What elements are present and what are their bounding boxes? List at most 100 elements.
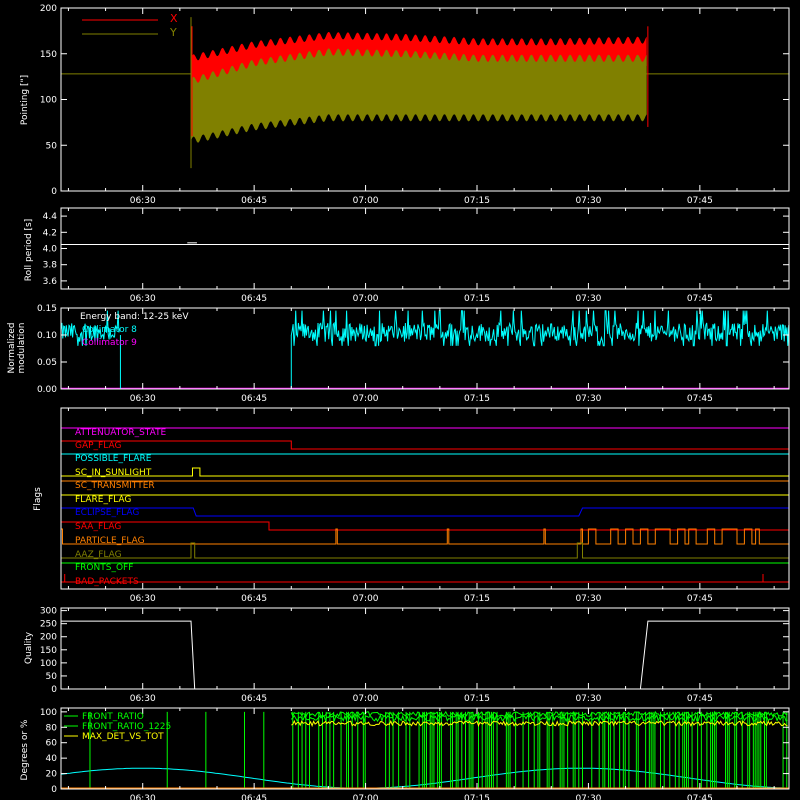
quality-xtick-label: 06:30 [130, 694, 156, 704]
text-layer: 06:30 06:45 07:00 07:15 07:30 07:45 0 50 100 150 2… [7, 4, 713, 800]
flag-label-possible-flare: POSSIBLE_FLARE [75, 454, 152, 464]
modulation-xtick-label: 07:15 [464, 394, 490, 404]
pointing-ytick-label: 100 [40, 96, 57, 106]
flags-xtick-label: 07:30 [575, 594, 601, 604]
flag-trace-particle-flag [60, 528, 789, 545]
degrees-xtick-label: 07:15 [464, 794, 490, 800]
degrees-ytick-label: 80 [46, 723, 58, 733]
modulation-ytick-label: 0.00 [37, 385, 57, 395]
degrees-ytick-label: 0 [51, 785, 57, 795]
pointing-ytick-label: 150 [40, 50, 57, 60]
quality-xtick-label: 06:45 [241, 694, 267, 704]
flag-label-saa-flag: SAA_FLAG [75, 522, 121, 532]
flag-label-sc-transmitter: SC_TRANSMITTER [75, 481, 155, 491]
observation-summary-chart: 06:30 06:45 07:00 07:15 07:30 07:45 0 50 100 150 2… [7, 4, 790, 800]
roll-ytick-label: 4.4 [43, 212, 58, 222]
modulation-xtick-label: 06:30 [130, 394, 156, 404]
flag-trace-eclipse-flag [61, 507, 789, 517]
roll-xtick-label: 07:30 [575, 294, 601, 304]
legend-front-ratio-1225: FRONT_RATIO_1225 [82, 722, 171, 732]
flags-xtick-label: 07:45 [687, 594, 713, 604]
quality-ylabel: Quality [24, 631, 34, 664]
degrees-ytick-label: 100 [40, 708, 57, 718]
degrees-xtick-label: 07:00 [353, 794, 379, 800]
pointing-ytick-label: 50 [46, 141, 58, 151]
quality-ytick-label: 300 [40, 607, 57, 617]
flag-trace-gap-flag [61, 440, 789, 450]
flag-label-gap-flag: GAP_FLAG [75, 441, 121, 451]
degrees-cyan-series [60, 767, 787, 789]
degrees-ytick-label: 20 [46, 770, 58, 780]
modulation-xtick-label: 07:30 [575, 394, 601, 404]
quality-series [61, 620, 789, 690]
quality-ytick-label: 0 [51, 685, 57, 695]
quality-ytick-label: 250 [40, 620, 57, 630]
pointing-ytick-label: 200 [40, 4, 57, 14]
degrees-xtick-label: 06:30 [130, 794, 156, 800]
modulation-ytick-label: 0.05 [37, 358, 57, 368]
quality-xtick-label: 07:45 [687, 694, 713, 704]
flags-xtick-label: 06:30 [130, 594, 156, 604]
degrees-ylabel: Degrees or % [20, 719, 30, 780]
quality-xtick-label: 07:00 [353, 694, 379, 704]
pointing-xtick-label: 06:45 [241, 196, 267, 206]
flag-label-fronts-off: FRONTS_OFF [75, 563, 133, 573]
legend-front-ratio: FRONT_RATIO [82, 712, 144, 722]
degrees-xtick-label: 07:30 [575, 794, 601, 800]
flag-label-bad-packets: BAD_PACKETS [75, 577, 139, 587]
pointing-xtick-label: 07:45 [687, 196, 713, 206]
frames-layer [60, 7, 790, 790]
modulation-xtick-label: 06:45 [241, 394, 267, 404]
pointing-xtick-label: 07:15 [464, 196, 490, 206]
pointing-xtick-label: 07:30 [575, 196, 601, 206]
legend-collimator-9: Collimator 9 [82, 338, 137, 348]
modulation-ytick-label: 0.10 [37, 331, 57, 341]
flag-label-attenuator-state: ATTENUATOR_STATE [75, 428, 167, 438]
quality-ytick-label: 150 [40, 646, 57, 656]
roll-ytick-label: 3.6 [43, 277, 58, 287]
flags-frame [60, 407, 790, 590]
flag-label-flare-flag: FLARE_FLAG [75, 495, 131, 505]
legend-x-label: X [170, 12, 178, 25]
roll-xtick-label: 07:15 [464, 294, 490, 304]
modulation-xtick-label: 07:45 [687, 394, 713, 404]
modulation-xtick-label: 07:00 [353, 394, 379, 404]
flag-label-sc-in-sunlight: SC_IN_SUNLIGHT [75, 468, 152, 478]
energy-band-label: Energy band: 12-25 keV [80, 312, 189, 322]
roll-ytick-label: 4.2 [43, 228, 57, 238]
modulation-ylabel-2: modulation [17, 323, 27, 374]
flag-trace-sc-in-sunlight [61, 467, 789, 477]
pointing-y-series [191, 48, 647, 143]
flags-xtick-label: 06:45 [241, 594, 267, 604]
pointing-xtick-label: 07:00 [353, 196, 379, 206]
roll-xtick-label: 06:45 [241, 294, 267, 304]
flags-xtick-label: 07:00 [353, 594, 379, 604]
data-layer [60, 17, 790, 789]
quality-xtick-label: 07:15 [464, 694, 490, 704]
degrees-xtick-label: 07:45 [687, 794, 713, 800]
flag-label-eclipse-flag: ECLIPSE_FLAG [75, 508, 139, 518]
roll-frame [60, 207, 790, 290]
quality-ytick-label: 200 [40, 633, 57, 643]
roll-ytick-label: 3.8 [43, 261, 58, 271]
flag-label-aaz-flag: AAZ_FLAG [75, 550, 122, 560]
quality-frame [60, 607, 790, 690]
pointing-ytick-label: 0 [51, 187, 57, 197]
flag-trace-aaz-flag [61, 542, 789, 559]
flag-label-particle-flag: PARTICLE_FLAG [75, 536, 145, 546]
legend-max-det-vs-tot: MAX_DET_VS_TOT [82, 732, 164, 742]
modulation-ytick-label: 0.15 [37, 304, 57, 314]
quality-ytick-label: 50 [46, 672, 58, 682]
modulation-ylabel-1: Normalized [7, 322, 17, 373]
quality-xtick-label: 07:30 [575, 694, 601, 704]
roll-xtick-label: 07:00 [353, 294, 379, 304]
degrees-xtick-label: 06:45 [241, 794, 267, 800]
collimator-8-series-b [290, 310, 790, 347]
flags-ylabel: Flags [33, 487, 43, 511]
legend-y-label: Y [169, 26, 177, 39]
flags-xtick-label: 07:15 [464, 594, 490, 604]
roll-ylabel: Roll period [s] [24, 219, 34, 281]
roll-xtick-label: 06:30 [130, 294, 156, 304]
degrees-ytick-label: 60 [46, 739, 58, 749]
pointing-ylabel: Pointing ["] [20, 75, 30, 125]
